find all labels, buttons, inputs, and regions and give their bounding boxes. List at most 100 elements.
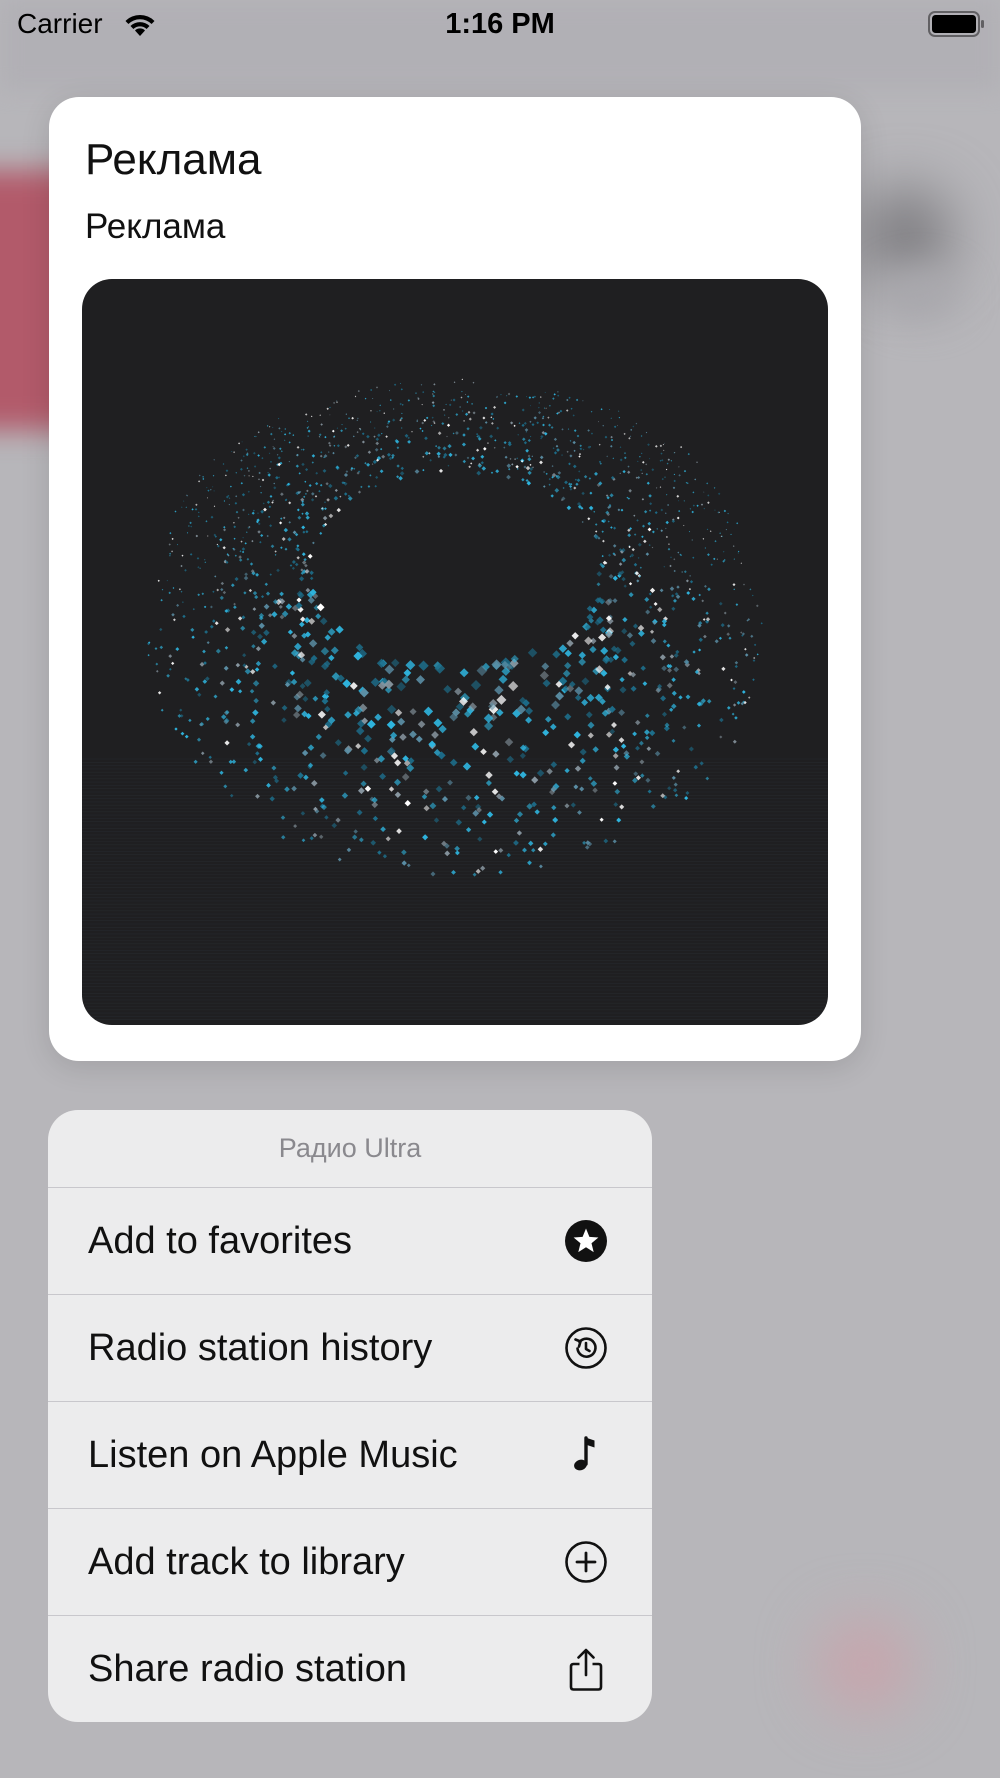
artwork-dot (307, 429, 311, 433)
artwork-dot (213, 694, 218, 699)
artwork-dot (578, 452, 582, 456)
add-track-to-library-button[interactable]: Add track to library (48, 1509, 652, 1616)
preview-card[interactable]: Реклама Реклама (49, 97, 861, 1061)
artwork-dot (281, 537, 286, 541)
artwork-dot (192, 608, 195, 611)
artwork-dot (713, 487, 716, 489)
artwork-dot (506, 755, 514, 764)
artwork-dot (238, 558, 243, 562)
artwork-dot (389, 399, 392, 401)
artwork-dot (180, 564, 183, 568)
artwork-dot (265, 591, 271, 596)
artwork-dot (345, 470, 349, 473)
artwork-dot (343, 472, 349, 478)
artwork-dot (435, 785, 443, 793)
artwork-dot (461, 805, 467, 811)
artwork-dot (394, 759, 402, 767)
artwork-dot (585, 711, 593, 719)
artwork-dot (557, 394, 560, 397)
artwork-dot (589, 491, 593, 495)
artwork-dot (223, 784, 228, 789)
artwork-dot (307, 744, 315, 751)
radio-station-history-button[interactable]: Radio station history (48, 1295, 652, 1402)
artwork-dot (342, 770, 349, 776)
artwork-dot (333, 401, 336, 404)
artwork-dot (233, 522, 235, 524)
artwork-dot (734, 661, 739, 665)
artwork-dot (733, 680, 738, 685)
artwork-dot (327, 451, 330, 454)
artwork-dot (621, 557, 627, 563)
artwork-dot (425, 416, 429, 420)
artwork-dot (204, 630, 209, 634)
artwork-dot (329, 414, 331, 416)
artwork-dot (157, 579, 160, 582)
artwork-dot (659, 444, 663, 448)
artwork-dot (523, 421, 527, 425)
artwork-dot (278, 476, 281, 479)
artwork-dot (239, 550, 242, 553)
artwork-dot (506, 463, 512, 469)
artwork-dot (241, 550, 245, 554)
artwork-dot (325, 482, 329, 486)
artwork-dot (610, 417, 612, 419)
artwork-dot (296, 508, 300, 512)
artwork-dot (699, 761, 704, 766)
artwork-dot (733, 588, 736, 591)
artwork-dot (240, 459, 243, 462)
artwork-dot (670, 460, 673, 462)
artwork-dot (233, 602, 236, 606)
artwork-dot (644, 713, 650, 719)
artwork-dot (399, 471, 405, 476)
artwork-dot (222, 546, 226, 550)
artwork-dot (683, 500, 685, 502)
artwork-dot (380, 826, 386, 833)
artwork-dot (578, 658, 587, 666)
artwork-dot (600, 646, 609, 655)
artwork-dot (612, 780, 618, 786)
artwork-dot (661, 711, 668, 717)
add-to-favorites-button[interactable]: Add to favorites (48, 1188, 652, 1295)
artwork-dot (396, 464, 400, 468)
artwork-dot (586, 693, 595, 702)
background-blur (860, 190, 950, 280)
artwork-dot (702, 538, 705, 540)
artwork-dot (307, 553, 313, 559)
artwork-dot (544, 391, 546, 393)
artwork-dot (513, 424, 516, 427)
artwork-dot (284, 439, 286, 441)
artwork-dot (704, 547, 706, 549)
artwork-dot (269, 467, 272, 470)
artwork-dot (308, 639, 318, 648)
artwork-dot (197, 593, 201, 597)
artwork-dot (273, 438, 276, 441)
artwork-dot (244, 572, 248, 577)
share-radio-station-button[interactable]: Share radio station (48, 1616, 652, 1722)
artwork-dot (529, 463, 532, 466)
artwork-dot (504, 737, 514, 747)
artwork-dot (268, 425, 271, 428)
artwork-dot (281, 717, 287, 723)
battery-icon (928, 10, 986, 38)
artwork-dot (551, 805, 557, 811)
artwork-dot (239, 467, 243, 471)
artwork-dot (545, 407, 547, 409)
artwork-dot (212, 590, 215, 593)
artwork-dot (377, 850, 382, 855)
artwork-dot (612, 598, 618, 604)
artwork-dot (628, 489, 632, 493)
artwork-dot (470, 462, 473, 465)
artwork-dot (179, 714, 184, 718)
artwork-dot (744, 653, 749, 657)
artwork-dot (364, 785, 372, 792)
artwork-dot (573, 731, 581, 739)
artwork-dot (517, 433, 520, 436)
artwork-dot (671, 738, 676, 743)
artwork-dot (324, 705, 331, 713)
artwork-dot (374, 427, 376, 429)
artwork-dot (654, 444, 658, 448)
listen-on-apple-music-button[interactable]: Listen on Apple Music (48, 1402, 652, 1509)
artwork-dot (360, 780, 367, 787)
artwork-dot (525, 465, 531, 471)
artwork-dot (166, 673, 170, 678)
